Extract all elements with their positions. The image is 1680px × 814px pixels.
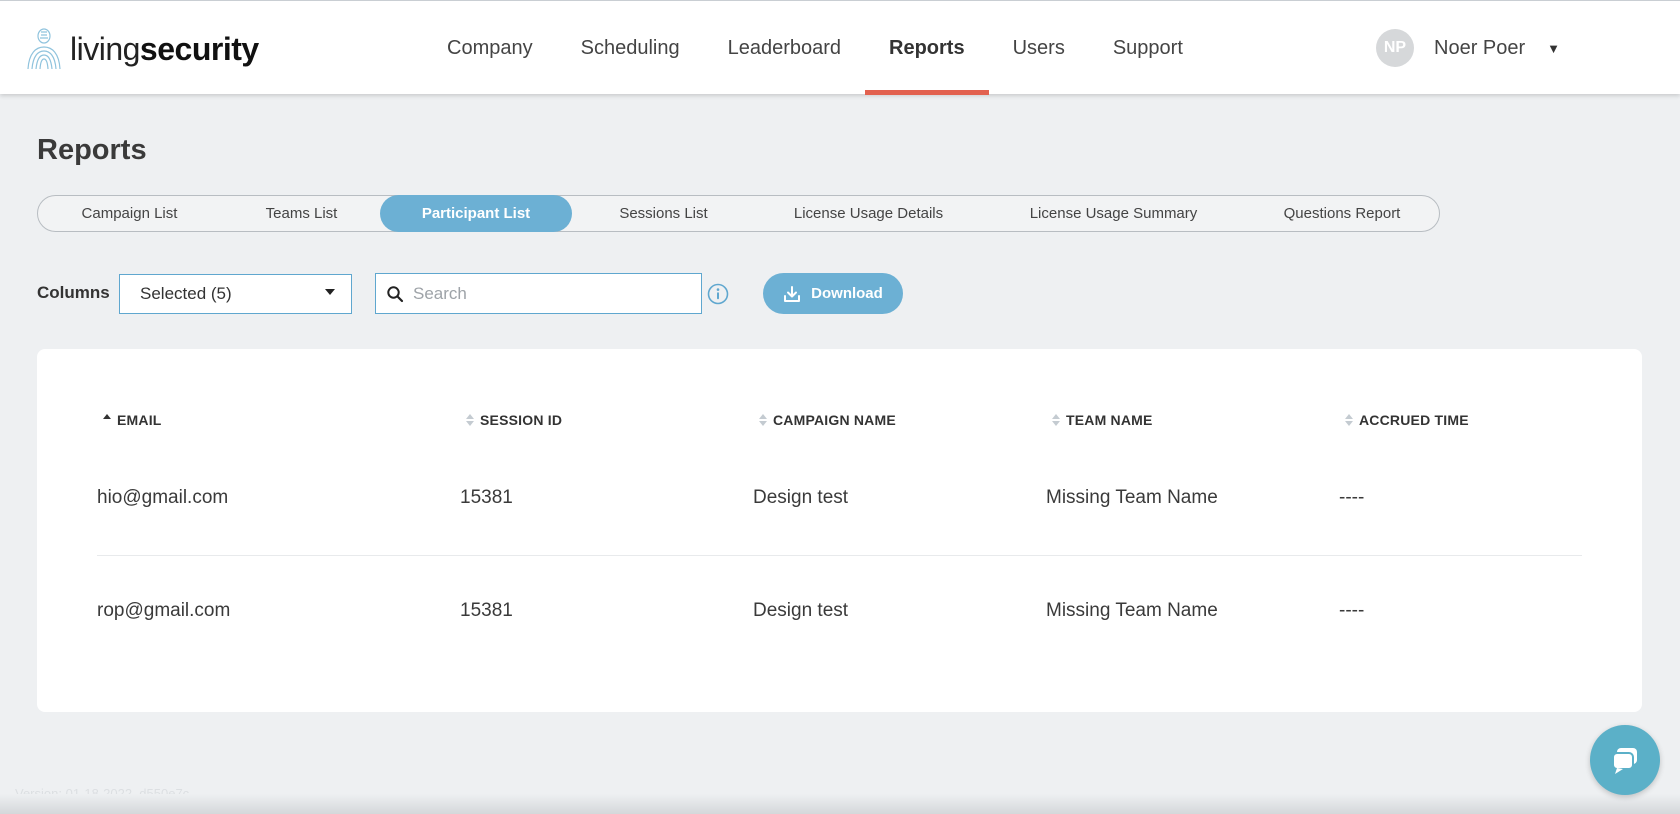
chevron-down-icon <box>325 289 335 295</box>
download-icon <box>784 285 801 302</box>
tab-participant-list[interactable]: Participant List <box>380 195 572 232</box>
column-header-label: ACCRUED TIME <box>1359 412 1469 428</box>
cell-campaign-name: Design test <box>753 600 849 621</box>
nav-support[interactable]: Support <box>1089 1 1207 95</box>
user-menu[interactable]: NP Noer Poer ▼ <box>1376 29 1560 67</box>
chat-button[interactable] <box>1590 725 1660 795</box>
column-header-label: EMAIL <box>117 412 162 428</box>
sort-icon <box>759 414 767 426</box>
logo-figure-icon <box>27 28 61 70</box>
column-header-label: SESSION ID <box>480 412 563 428</box>
info-icon[interactable] <box>707 283 729 305</box>
avatar: NP <box>1376 29 1414 67</box>
sort-icon <box>1345 414 1353 426</box>
column-header-email[interactable]: EMAIL <box>103 412 162 428</box>
search-input[interactable] <box>413 283 693 304</box>
chevron-down-icon: ▼ <box>1547 40 1561 56</box>
column-header-campaign-name[interactable]: CAMPAIGN NAME <box>759 412 896 428</box>
nav-scheduling[interactable]: Scheduling <box>557 1 704 95</box>
search-icon <box>386 285 404 303</box>
columns-select-value: Selected (5) <box>140 284 232 303</box>
user-name: Noer Poer <box>1434 36 1526 59</box>
table-row: rop@gmail.com 15381 Design test Missing … <box>97 556 1582 669</box>
column-header-session-id[interactable]: SESSION ID <box>466 412 562 428</box>
columns-select[interactable]: Selected (5) <box>119 274 352 314</box>
table-row: hio@gmail.com 15381 Design test Missing … <box>97 443 1582 556</box>
column-header-team-name[interactable]: TEAM NAME <box>1052 412 1153 428</box>
tab-teams-list[interactable]: Teams List <box>220 195 383 232</box>
column-header-label: TEAM NAME <box>1066 412 1153 428</box>
column-header-label: CAMPAIGN NAME <box>773 412 896 428</box>
brand-name-bold: security <box>139 31 259 67</box>
cell-accrued-time: ---- <box>1339 487 1365 508</box>
sort-icon <box>466 414 474 426</box>
tab-sessions-list[interactable]: Sessions List <box>572 195 755 232</box>
cell-campaign-name: Design test <box>753 487 849 508</box>
sort-icon <box>103 414 111 426</box>
tab-license-usage-summary[interactable]: License Usage Summary <box>982 195 1245 232</box>
main-nav: Company Scheduling Leaderboard Reports U… <box>423 1 1207 95</box>
brand-name: livingsecurity <box>70 33 259 65</box>
columns-label: Columns <box>37 283 110 302</box>
nav-company[interactable]: Company <box>423 1 557 95</box>
tab-license-usage-details[interactable]: License Usage Details <box>755 195 982 232</box>
download-button[interactable]: Download <box>763 273 903 314</box>
cell-email: hio@gmail.com <box>97 487 229 508</box>
cell-session-id: 15381 <box>460 487 513 508</box>
cell-accrued-time: ---- <box>1339 600 1365 621</box>
download-label: Download <box>811 285 883 302</box>
report-tabs: Campaign List Teams List Participant Lis… <box>37 195 1440 232</box>
nav-leaderboard[interactable]: Leaderboard <box>704 1 865 95</box>
brand-name-light: living <box>70 31 140 67</box>
nav-reports[interactable]: Reports <box>865 1 989 95</box>
chat-icon <box>1612 748 1637 774</box>
bottom-shadow <box>0 794 1680 814</box>
participant-table: EMAIL SESSION ID CAMPAIGN NAME TEAM NAME… <box>37 349 1642 712</box>
column-header-accrued-time[interactable]: ACCRUED TIME <box>1345 412 1469 428</box>
search-box[interactable] <box>375 273 702 314</box>
cell-email: rop@gmail.com <box>97 600 231 621</box>
brand-logo[interactable]: livingsecurity <box>22 27 259 71</box>
page-title: Reports <box>37 134 147 166</box>
tab-questions-report[interactable]: Questions Report <box>1245 195 1439 232</box>
cell-team-name: Missing Team Name <box>1046 600 1218 621</box>
nav-users[interactable]: Users <box>989 1 1089 95</box>
cell-team-name: Missing Team Name <box>1046 487 1218 508</box>
top-navbar: livingsecurity Company Scheduling Leader… <box>0 0 1680 95</box>
sort-icon <box>1052 414 1060 426</box>
tab-campaign-list[interactable]: Campaign List <box>38 195 221 232</box>
cell-session-id: 15381 <box>460 600 513 621</box>
